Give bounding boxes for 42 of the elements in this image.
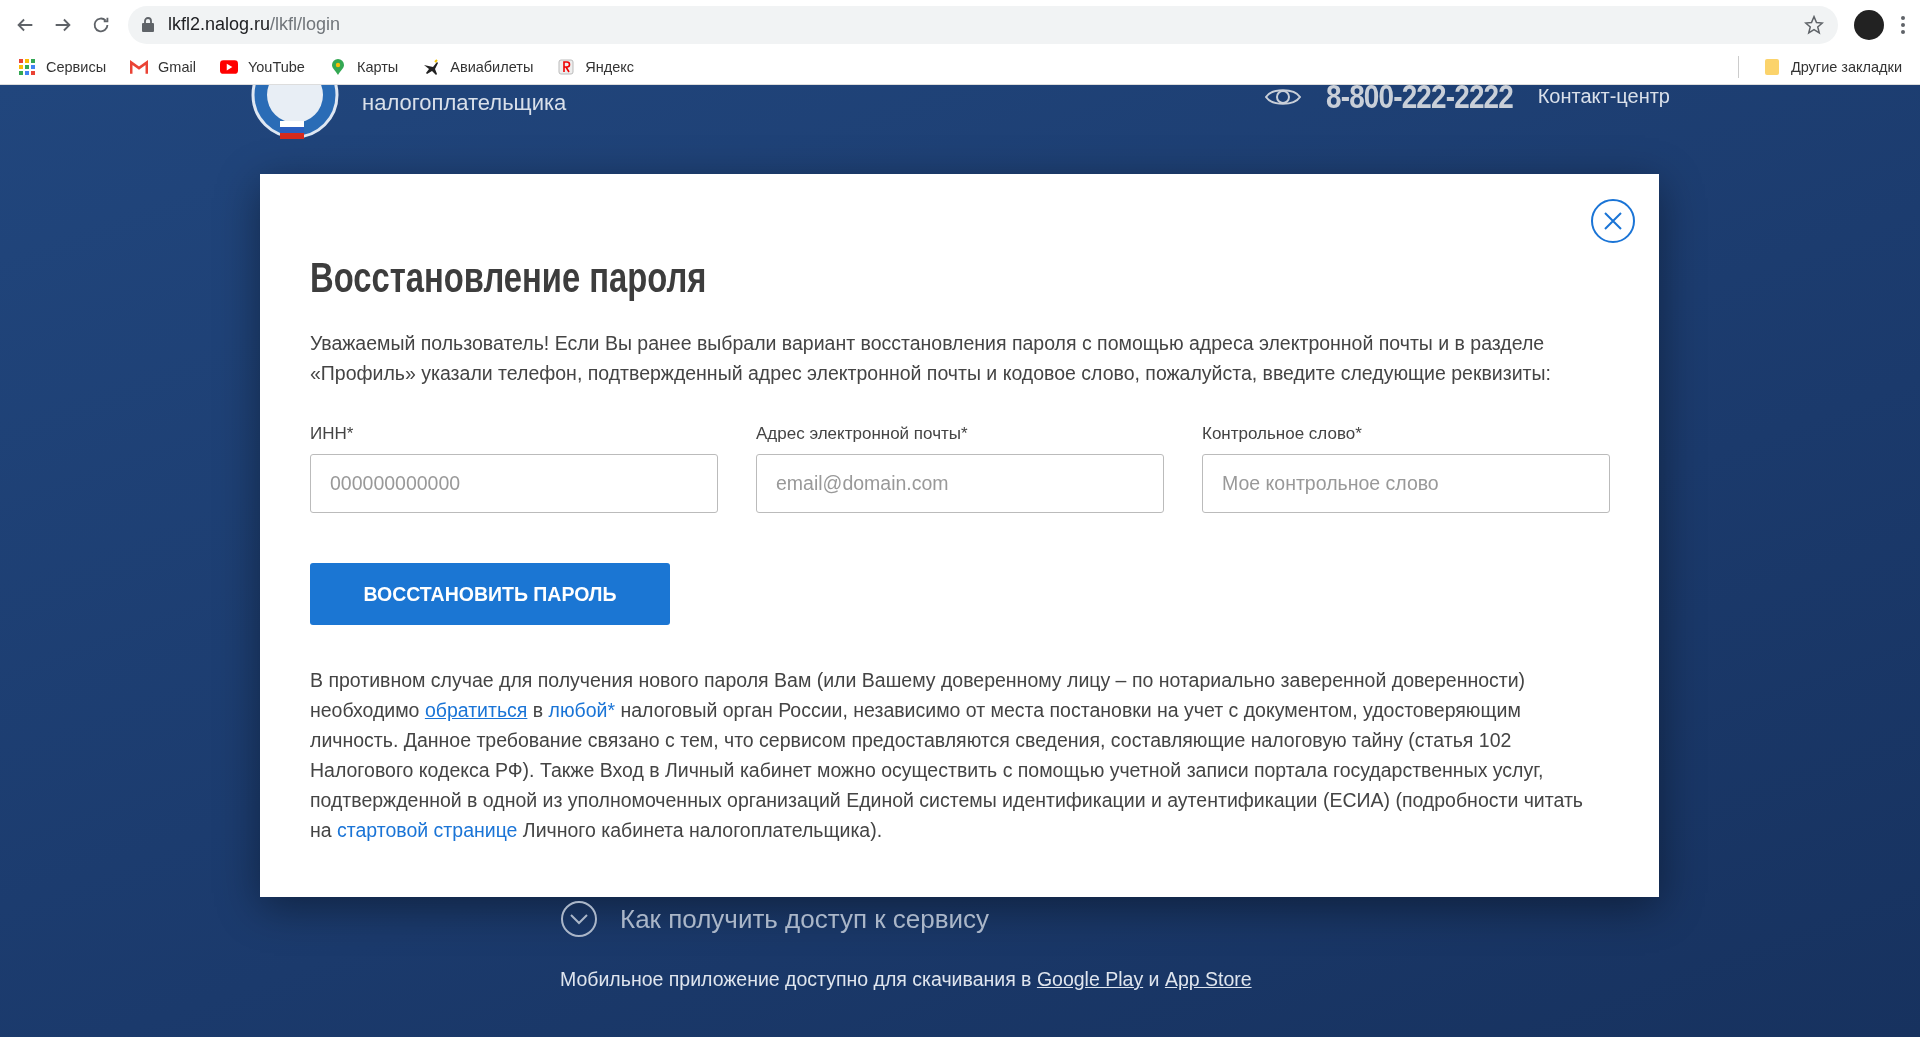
field-label: Контрольное слово* bbox=[1202, 424, 1363, 444]
input-field[interactable]: email@domain.com bbox=[756, 454, 1164, 513]
url-text: lkfl2.nalog.ru/lkfl/login bbox=[168, 14, 341, 35]
mobile-app-text: Мобильное приложение доступно для скачивания в Google Play и App Store bbox=[560, 968, 1252, 991]
contact-center-label: Контакт-центр bbox=[1537, 85, 1670, 108]
close-button[interactable] bbox=[1591, 199, 1635, 243]
text-link[interactable]: Google Play bbox=[1036, 968, 1144, 990]
text-link[interactable]: App Store bbox=[1164, 968, 1252, 990]
close-icon bbox=[1603, 211, 1623, 231]
star-icon[interactable] bbox=[1804, 14, 1824, 35]
access-info-link[interactable]: Как получить доступ к сервису bbox=[620, 903, 990, 935]
field-label: ИНН* bbox=[310, 424, 355, 444]
letter-icon bbox=[557, 58, 576, 75]
intro-paragraph: Уважаемый пользователь! Если Вы ранее выбрали вариант восстановления пароля с помощью адреса электронной почты и в разделе «Профиль» указали телефон, подтвержденный адрес электронной почты и кодовое слово, пожалуйста, введите следующие реквизиты: bbox=[310, 331, 1552, 386]
apps-grid-icon bbox=[18, 58, 36, 75]
phone-number: 8-800-222-2222 bbox=[1325, 77, 1513, 116]
plane-icon bbox=[422, 58, 441, 75]
chevron-down-icon[interactable] bbox=[560, 900, 598, 938]
bookmark[interactable]: Карты bbox=[328, 58, 399, 75]
recover-password-button[interactable]: ВОССТАНОВИТЬ ПАРОЛЬ bbox=[310, 563, 670, 625]
profile-avatar[interactable] bbox=[1854, 9, 1884, 40]
text-link[interactable]: обратиться bbox=[424, 699, 528, 721]
input-field[interactable]: Мое контрольное слово bbox=[1202, 454, 1610, 513]
dialog-title: Восстановление пароля bbox=[310, 254, 707, 302]
text-link[interactable]: любой* bbox=[548, 699, 616, 721]
input-field[interactable]: 000000000000 bbox=[310, 454, 718, 513]
folder-icon bbox=[1762, 58, 1781, 75]
text-link[interactable]: стартовой странице bbox=[337, 819, 518, 841]
address-bar[interactable]: lkfl2.nalog.ru/lkfl/login bbox=[128, 5, 1838, 44]
site-subtitle: налогоплательщика bbox=[362, 90, 567, 116]
lock-icon bbox=[142, 17, 154, 32]
bookmark[interactable]: Яндекс bbox=[557, 58, 635, 75]
menu-icon[interactable] bbox=[1900, 14, 1906, 35]
play-icon bbox=[219, 58, 238, 75]
bookmark[interactable]: YouTube bbox=[219, 58, 305, 75]
note-paragraph: В противном случае для получения нового пароля Вам (или Вашему доверенному лицу – по нотариально заверенной доверенности) необходимо обратиться в любой* налоговый орган России, независимо от места постановки на учет с документом, удостоверяющим личность. Данное требование связано с тем, что сервисом предоставляются сведения, составляющие налоговую тайну (статья 102 Налогового кодекса РФ). Также Вход в Личный кабинет можно осуществить с помощью учетной записи портала государственных услуг, подтвержденной в одной из уполномоченных организаций Единой системы идентификации и аутентификации (ЕСИА) (подробности читать на стартовой странице Личного кабинета налогоплательщика). bbox=[310, 668, 1584, 843]
bookmark[interactable]: Сервисы bbox=[18, 58, 107, 75]
other-bookmarks[interactable]: Другие закладки bbox=[1762, 58, 1902, 75]
field-label: Адрес электронной почты* bbox=[756, 424, 969, 444]
mail-icon bbox=[130, 58, 149, 75]
bookmark[interactable]: Авиабилеты bbox=[422, 58, 534, 75]
bookmark[interactable]: Gmail bbox=[130, 58, 196, 75]
